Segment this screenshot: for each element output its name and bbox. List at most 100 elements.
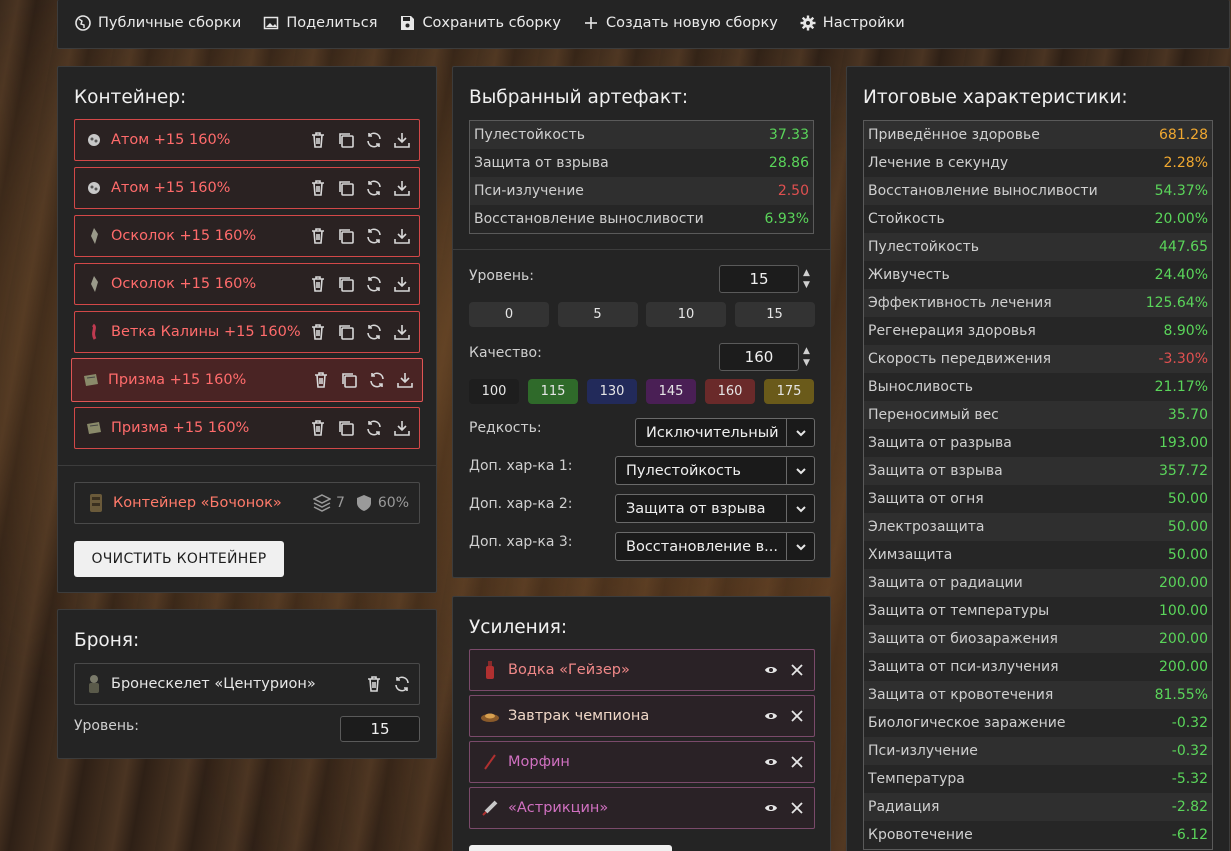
quality-preset-button[interactable]: 130	[587, 379, 637, 404]
quality-preset-button[interactable]: 145	[646, 379, 696, 404]
level-spinner[interactable]: ▲ ▼	[803, 268, 813, 290]
level-preset-button[interactable]: 5	[557, 302, 638, 327]
share-link[interactable]: Поделиться	[263, 15, 377, 31]
eye-icon[interactable]	[764, 663, 778, 677]
replace-icon[interactable]	[365, 179, 383, 197]
boost-item[interactable]: Морфин	[469, 741, 815, 783]
quality-preset-button[interactable]: 115	[528, 379, 578, 404]
quality-preset-button[interactable]: 100	[469, 379, 519, 404]
download-icon[interactable]	[396, 371, 414, 389]
public-builds-link[interactable]: Публичные сборки	[75, 15, 241, 31]
clear-container-button[interactable]: ОЧИСТИТЬ КОНТЕЙНЕР	[74, 541, 284, 577]
close-icon[interactable]	[790, 709, 804, 723]
armor-level-input[interactable]: 15	[340, 716, 420, 742]
replace-icon[interactable]	[365, 131, 383, 149]
download-icon[interactable]	[393, 131, 411, 149]
total-stat-value: 50.00	[1167, 491, 1208, 507]
quality-preset-button[interactable]: 175	[764, 379, 814, 404]
chevron-down-icon[interactable]: ▼	[803, 358, 813, 368]
total-stat-row: Восстановление выносливости 54.37%	[864, 177, 1212, 205]
artifact-item[interactable]: Осколок +15 160%	[74, 263, 420, 305]
download-icon[interactable]	[393, 179, 411, 197]
trash-icon[interactable]	[309, 179, 327, 197]
container-protection-value: 60%	[377, 495, 409, 511]
copy-icon[interactable]	[340, 371, 358, 389]
trash-icon[interactable]	[309, 275, 327, 293]
container-item[interactable]: Контейнер «Бочонок» 7 60%	[74, 482, 420, 524]
close-icon[interactable]	[790, 801, 804, 815]
artifact-item[interactable]: Атом +15 160%	[74, 167, 420, 209]
artifact-item[interactable]: Ветка Калины +15 160%	[74, 311, 420, 353]
trash-icon[interactable]	[309, 227, 327, 245]
level-preset-button[interactable]: 0	[469, 302, 549, 327]
level-input[interactable]: 15	[719, 265, 799, 293]
download-icon[interactable]	[393, 419, 411, 437]
extra2-select[interactable]: Защита от взрыва	[615, 494, 815, 523]
quality-spinner[interactable]: ▲ ▼	[803, 346, 813, 368]
trash-icon[interactable]	[309, 419, 327, 437]
chevron-up-icon[interactable]: ▲	[803, 346, 813, 356]
top-navbar: Публичные сборки Поделиться Сохранить сб…	[57, 0, 1230, 49]
container-title: Контейнер:	[74, 87, 187, 108]
total-stat-row: Кровотечение -6.12	[864, 821, 1212, 849]
replace-icon[interactable]	[365, 323, 383, 341]
total-stat-value: -3.30%	[1158, 351, 1208, 367]
rarity-select[interactable]: Исключительный	[635, 418, 815, 447]
chevron-up-icon[interactable]: ▲	[803, 268, 813, 278]
copy-icon[interactable]	[337, 323, 355, 341]
new-build-link[interactable]: Создать новую сборку	[583, 15, 778, 31]
replace-icon[interactable]	[393, 675, 411, 693]
total-stat-row: Эффективность лечения 125.64%	[864, 289, 1212, 317]
copy-icon[interactable]	[337, 275, 355, 293]
eye-icon[interactable]	[764, 801, 778, 815]
quality-input[interactable]: 160	[719, 343, 799, 371]
settings-link[interactable]: Настройки	[800, 15, 905, 31]
total-stat-value: 100.00	[1159, 603, 1208, 619]
download-icon[interactable]	[393, 323, 411, 341]
save-build-link[interactable]: Сохранить сборку	[399, 15, 561, 31]
total-stat-label: Выносливость	[868, 379, 974, 395]
artifact-item[interactable]: Осколок +15 160%	[74, 215, 420, 257]
replace-icon[interactable]	[365, 227, 383, 245]
extra1-select[interactable]: Пулестойкость	[615, 456, 815, 485]
copy-icon[interactable]	[337, 227, 355, 245]
viburnum-artifact-icon	[85, 323, 103, 341]
trash-icon[interactable]	[309, 131, 327, 149]
replace-icon[interactable]	[368, 371, 386, 389]
artifact-label: Осколок +15 160%	[111, 276, 257, 292]
level-preset-button[interactable]: 15	[734, 302, 815, 327]
replace-icon[interactable]	[365, 275, 383, 293]
armor-item[interactable]: Бронескелет «Центурион»	[74, 663, 420, 705]
trash-icon[interactable]	[309, 323, 327, 341]
download-icon[interactable]	[393, 227, 411, 245]
artifact-item[interactable]: Призма +15 160%	[74, 407, 420, 449]
extra3-select[interactable]: Восстановление в...	[615, 532, 815, 561]
boost-item[interactable]: Водка «Гейзер»	[469, 649, 815, 691]
trash-icon[interactable]	[365, 675, 383, 693]
total-stat-value: 681.28	[1159, 127, 1208, 143]
trash-icon[interactable]	[312, 371, 330, 389]
chevron-down-icon	[795, 505, 806, 512]
copy-icon[interactable]	[337, 131, 355, 149]
artifact-item[interactable]: Призма +15 160%	[71, 358, 423, 402]
copy-icon[interactable]	[337, 419, 355, 437]
eye-icon[interactable]	[764, 709, 778, 723]
total-stat-value: 50.00	[1167, 547, 1208, 563]
level-preset-button[interactable]: 10	[646, 302, 726, 327]
download-icon[interactable]	[393, 275, 411, 293]
add-boost-button[interactable]	[469, 845, 672, 851]
close-icon[interactable]	[790, 663, 804, 677]
artifact-label: Призма +15 160%	[111, 420, 250, 436]
boost-item[interactable]: «Астрикцин»	[469, 787, 815, 829]
replace-icon[interactable]	[365, 419, 383, 437]
totals-table: Приведённое здоровье 681.28 Лечение в сек…	[863, 120, 1213, 850]
quality-preset-button[interactable]: 160	[705, 379, 755, 404]
close-icon[interactable]	[790, 755, 804, 769]
artifact-item[interactable]: Атом +15 160%	[74, 119, 420, 161]
copy-icon[interactable]	[337, 179, 355, 197]
container-slots-value: 7	[335, 495, 345, 511]
boost-item[interactable]: Завтрак чемпиона	[469, 695, 815, 737]
total-stat-label: Регенерация здоровья	[868, 323, 1036, 339]
eye-icon[interactable]	[764, 755, 778, 769]
chevron-down-icon[interactable]: ▼	[803, 280, 813, 290]
